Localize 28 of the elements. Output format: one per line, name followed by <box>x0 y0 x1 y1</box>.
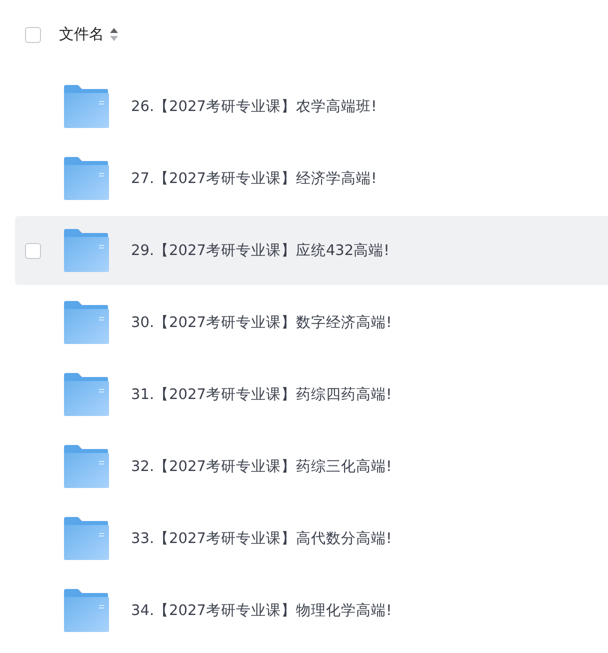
file-row[interactable]: 26.【2027考研专业课】农学高端班! <box>15 72 608 141</box>
folder-name[interactable]: 34.【2027考研专业课】物理化学高端! <box>131 601 392 620</box>
folder-icon <box>63 85 109 128</box>
file-row[interactable]: 29.【2027考研专业课】应统432高端! <box>15 216 608 285</box>
folder-icon <box>63 589 109 632</box>
file-row[interactable]: 30.【2027考研专业课】数字经济高端! <box>15 288 608 357</box>
row-checkbox[interactable] <box>25 242 41 258</box>
folder-name[interactable]: 29.【2027考研专业课】应统432高端! <box>131 241 390 260</box>
folder-icon <box>63 301 109 344</box>
folder-icon <box>63 373 109 416</box>
folder-icon <box>63 157 109 200</box>
file-row[interactable]: 34.【2027考研专业课】物理化学高端! <box>15 576 608 645</box>
select-all-checkbox[interactable] <box>25 26 41 42</box>
sort-icon[interactable] <box>110 28 118 41</box>
folder-name[interactable]: 31.【2027考研专业课】药综四药高端! <box>131 385 392 404</box>
folder-name[interactable]: 27.【2027考研专业课】经济学高端! <box>131 169 377 188</box>
file-row[interactable]: 32.【2027考研专业课】药综三化高端! <box>15 432 608 501</box>
folder-name[interactable]: 26.【2027考研专业课】农学高端班! <box>131 97 377 116</box>
folder-name[interactable]: 30.【2027考研专业课】数字经济高端! <box>131 313 392 332</box>
folder-icon <box>63 517 109 560</box>
file-row[interactable]: 31.【2027考研专业课】药综四药高端! <box>15 360 608 429</box>
folder-icon <box>63 229 109 272</box>
folder-name[interactable]: 32.【2027考研专业课】药综三化高端! <box>131 457 392 476</box>
file-row[interactable]: 33.【2027考研专业课】高代数分高端! <box>15 504 608 573</box>
folder-name[interactable]: 33.【2027考研专业课】高代数分高端! <box>131 529 392 548</box>
folder-icon <box>63 445 109 488</box>
file-row[interactable]: 27.【2027考研专业课】经济学高端! <box>15 144 608 213</box>
column-header[interactable]: 文件名 <box>59 25 104 44</box>
